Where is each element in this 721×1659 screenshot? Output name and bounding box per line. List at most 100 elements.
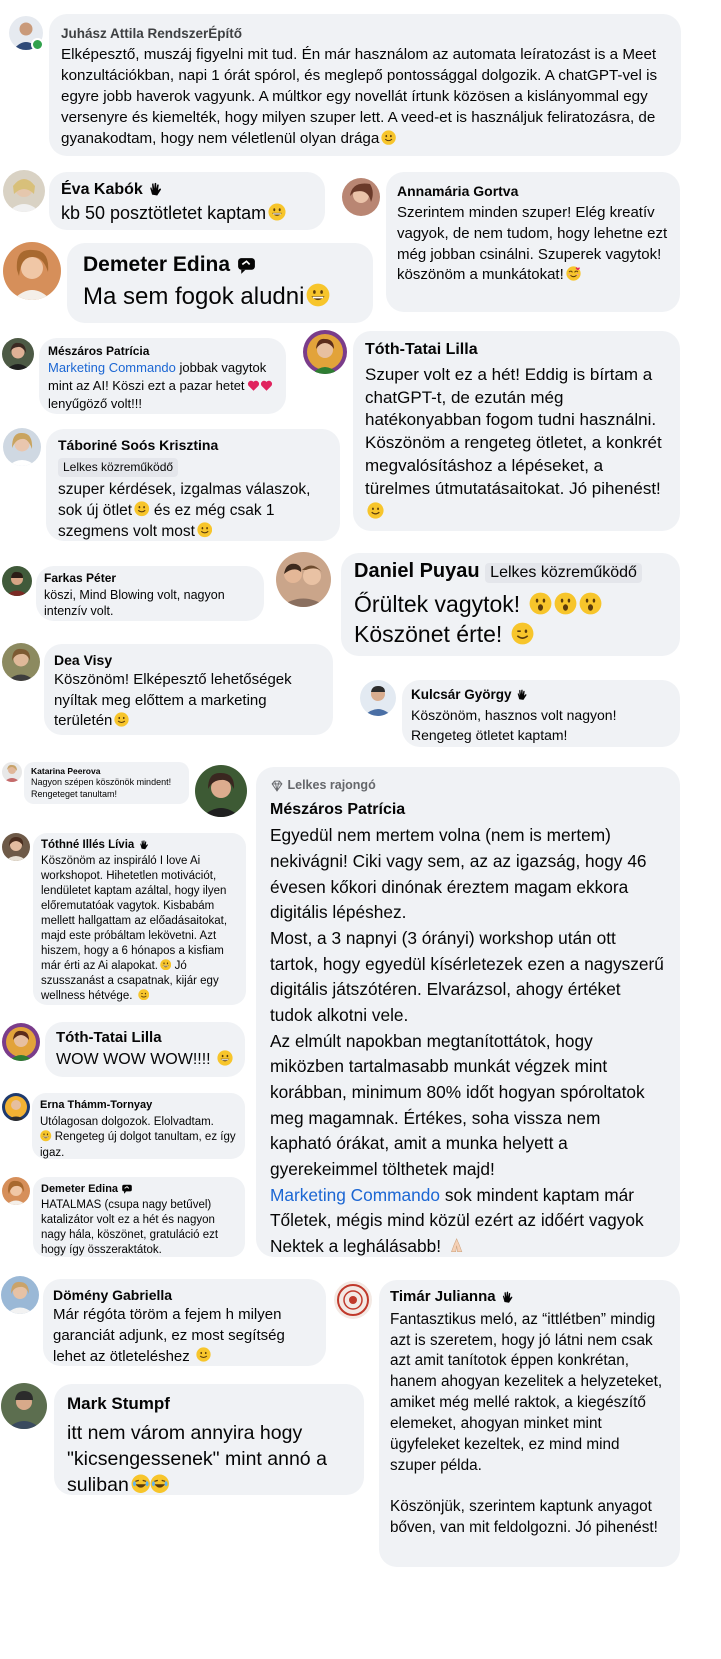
comment-author[interactable]: Farkas Péter bbox=[44, 571, 256, 587]
comment-text: Köszönjük, szerintem kaptunk anyagot bőv… bbox=[390, 1498, 658, 1537]
comment-author[interactable]: Éva Kabók bbox=[61, 181, 313, 199]
avatar[interactable] bbox=[1, 1383, 47, 1429]
avatar[interactable] bbox=[2, 1177, 30, 1205]
avatar[interactable] bbox=[2, 1023, 40, 1061]
comment-bubble: Daniel Puyau Lelkes közreműködő Őrültek … bbox=[341, 553, 680, 656]
avatar[interactable] bbox=[2, 1093, 30, 1121]
astonished-emoji-icon bbox=[529, 592, 552, 615]
comment-bubble: Farkas Péter köszi, Mind Blowing volt, n… bbox=[36, 566, 264, 621]
avatar[interactable] bbox=[2, 762, 22, 782]
avatar[interactable] bbox=[276, 552, 331, 607]
comment-text: Nagyon szépen köszönök mindent! Rengeteg… bbox=[31, 777, 172, 799]
comment-text: Köszönöm! Elképesztő lehetőségek nyíltak… bbox=[54, 671, 292, 730]
avatar[interactable] bbox=[3, 242, 61, 300]
comment-author[interactable]: Timár Julianna bbox=[390, 1287, 669, 1308]
avatar[interactable] bbox=[2, 833, 30, 861]
comment-text: HATALMAS (csupa nagy betűvel) katalizáto… bbox=[41, 1199, 219, 1257]
astonished-emoji-icon bbox=[579, 592, 602, 615]
comment-bubble: Katarina Peerova Nagyon szépen köszönök … bbox=[24, 762, 189, 804]
comment-bubble: Timár Julianna Fantasztikus meló, az “it… bbox=[379, 1280, 680, 1567]
comment-text: Ma sem fogok aludni bbox=[83, 283, 357, 311]
slightly-smiling-emoji-icon bbox=[381, 130, 396, 145]
comment-author[interactable]: Dömény Gabriella bbox=[53, 1286, 316, 1305]
diamond-icon bbox=[270, 779, 284, 793]
comment-author[interactable]: Mark Stumpf bbox=[67, 1393, 351, 1416]
avatar[interactable] bbox=[334, 1281, 372, 1319]
comment-author[interactable]: Erna Thámm-Tornyay bbox=[40, 1098, 237, 1113]
comment-bubble: Lelkes rajongó Mészáros Patrícia Egyedül… bbox=[256, 767, 680, 1257]
avatar[interactable] bbox=[360, 680, 396, 716]
comment-bubble: Tóth-Tatai Lilla WOW WOW WOW!!!! bbox=[45, 1022, 245, 1077]
comment-bubble: Dea Visy Köszönöm! Elképesztő lehetősége… bbox=[44, 644, 333, 735]
comment-text: itt nem várom annyira hogy "kicsengessen… bbox=[67, 1421, 327, 1497]
avatar[interactable] bbox=[2, 566, 32, 596]
fan-badge: Lelkes rajongó bbox=[270, 776, 666, 795]
slightly-smiling-emoji-icon bbox=[134, 501, 150, 517]
waving-hand-icon bbox=[138, 839, 150, 851]
comment-bubble: Juhász Attila RendszerÉpítő Elképesztő, … bbox=[49, 14, 681, 156]
avatar[interactable] bbox=[1, 1276, 39, 1314]
comment-author[interactable]: Tóth-Tatai Lilla bbox=[365, 339, 668, 361]
avatar[interactable] bbox=[342, 178, 380, 216]
comment-author[interactable]: Táboriné Soós Krisztina bbox=[58, 436, 328, 455]
comment-author[interactable]: Juhász Attila RendszerÉpítő bbox=[61, 25, 669, 44]
comment-author[interactable]: Tóth-Tatai Lilla bbox=[56, 1029, 234, 1046]
winking-emoji-icon bbox=[511, 622, 534, 645]
page-mention-link[interactable]: Marketing Commando bbox=[270, 1185, 440, 1205]
comment-author[interactable]: Demeter Edina bbox=[41, 1182, 237, 1196]
comment-author[interactable]: Demeter Edina bbox=[83, 253, 357, 277]
comment-text: Őrültek vagytok! Köszönet érte! bbox=[354, 589, 667, 650]
comment-text: Egyedül nem mertem volna (nem is mertem)… bbox=[270, 825, 647, 923]
tears-of-joy-emoji-icon bbox=[150, 1474, 170, 1494]
grinning-emoji-icon bbox=[306, 283, 330, 307]
online-status-indicator bbox=[31, 38, 44, 51]
folded-hands-emoji-icon bbox=[448, 1237, 465, 1254]
comment-text: Köszönöm, hasznos volt nagyon! Rengeteg … bbox=[411, 707, 617, 743]
avatar[interactable] bbox=[2, 643, 40, 681]
comment-text: Már régóta töröm a fejem h milyen garanc… bbox=[53, 1306, 285, 1365]
comment-author[interactable]: Dea Visy bbox=[54, 651, 323, 670]
chat-bubble-icon bbox=[121, 1183, 133, 1195]
avatar[interactable] bbox=[2, 338, 34, 370]
comment-bubble: Éva Kabók kb 50 posztötletet kaptam bbox=[49, 172, 325, 230]
comment-author[interactable]: Annamária Gortva bbox=[397, 182, 669, 201]
red-heart-icon bbox=[260, 379, 273, 392]
comment-text: Marketing Commando jobbak vagytok mint a… bbox=[48, 359, 277, 412]
comment-author[interactable]: Daniel Puyau Lelkes közreműködő bbox=[354, 560, 667, 583]
comment-text: Szuper volt ez a hét! Eddig is bírtam a … bbox=[365, 364, 668, 525]
comment-author[interactable]: Kulcsár György bbox=[411, 686, 671, 704]
comment-author[interactable]: Tóthné Illés Lívia bbox=[41, 838, 238, 853]
comment-text: WOW WOW WOW!!!! bbox=[56, 1050, 234, 1069]
comment-author[interactable]: Mészáros Patrícia bbox=[270, 798, 666, 822]
comment-text: köszi, Mind Blowing volt, nagyon intenzí… bbox=[44, 587, 225, 619]
waving-hand-icon bbox=[147, 181, 164, 198]
avatar[interactable] bbox=[3, 428, 41, 466]
slightly-smiling-emoji-icon bbox=[197, 522, 213, 538]
comment-bubble: Dömény Gabriella Már régóta töröm a feje… bbox=[43, 1279, 326, 1366]
comment-text: kb 50 posztötletet kaptam bbox=[61, 203, 313, 224]
community-badge: Lelkes közreműködő bbox=[58, 458, 179, 477]
grinning-emoji-icon bbox=[160, 959, 172, 971]
comment-text: Elképesztő, muszáj figyelni mit tud. Én … bbox=[61, 45, 658, 148]
avatar[interactable] bbox=[303, 330, 347, 374]
avatar[interactable] bbox=[195, 765, 247, 817]
slightly-smiling-emoji-icon bbox=[367, 502, 384, 519]
comment-author[interactable]: Mészáros Patrícia bbox=[48, 343, 277, 359]
comment-text: Marketing Commando sok mindent kaptam má… bbox=[270, 1184, 644, 1257]
chat-bubble-icon bbox=[236, 255, 257, 276]
comment-bubble: Annamária Gortva Szerintem minden szuper… bbox=[386, 172, 680, 312]
comment-bubble: Erna Thámm-Tornyay Utólagosan dolgozok. … bbox=[32, 1093, 245, 1159]
comment-bubble: Demeter Edina HATALMAS (csupa nagy betűv… bbox=[33, 1177, 245, 1257]
avatar[interactable] bbox=[3, 170, 45, 212]
slightly-smiling-emoji-icon bbox=[196, 1347, 211, 1362]
page-mention-link[interactable]: Marketing Commando bbox=[48, 360, 176, 375]
comment-bubble: Tóth-Tatai Lilla Szuper volt ez a hét! E… bbox=[353, 331, 680, 531]
comment-bubble: Demeter Edina Ma sem fogok aludni bbox=[67, 243, 373, 323]
community-badge: Lelkes közreműködő bbox=[485, 563, 642, 583]
comment-text: Utólagosan dolgozok. Elolvadtam. Rengete… bbox=[40, 1115, 236, 1159]
comment-author[interactable]: Katarina Peerova bbox=[31, 766, 182, 777]
grinning-emoji-icon bbox=[268, 203, 286, 221]
winking-emoji-icon bbox=[138, 989, 150, 1001]
grinning-emoji-icon bbox=[217, 1050, 233, 1066]
comment-text: Fantasztikus meló, az “itt­létben” mindi… bbox=[390, 1310, 663, 1475]
